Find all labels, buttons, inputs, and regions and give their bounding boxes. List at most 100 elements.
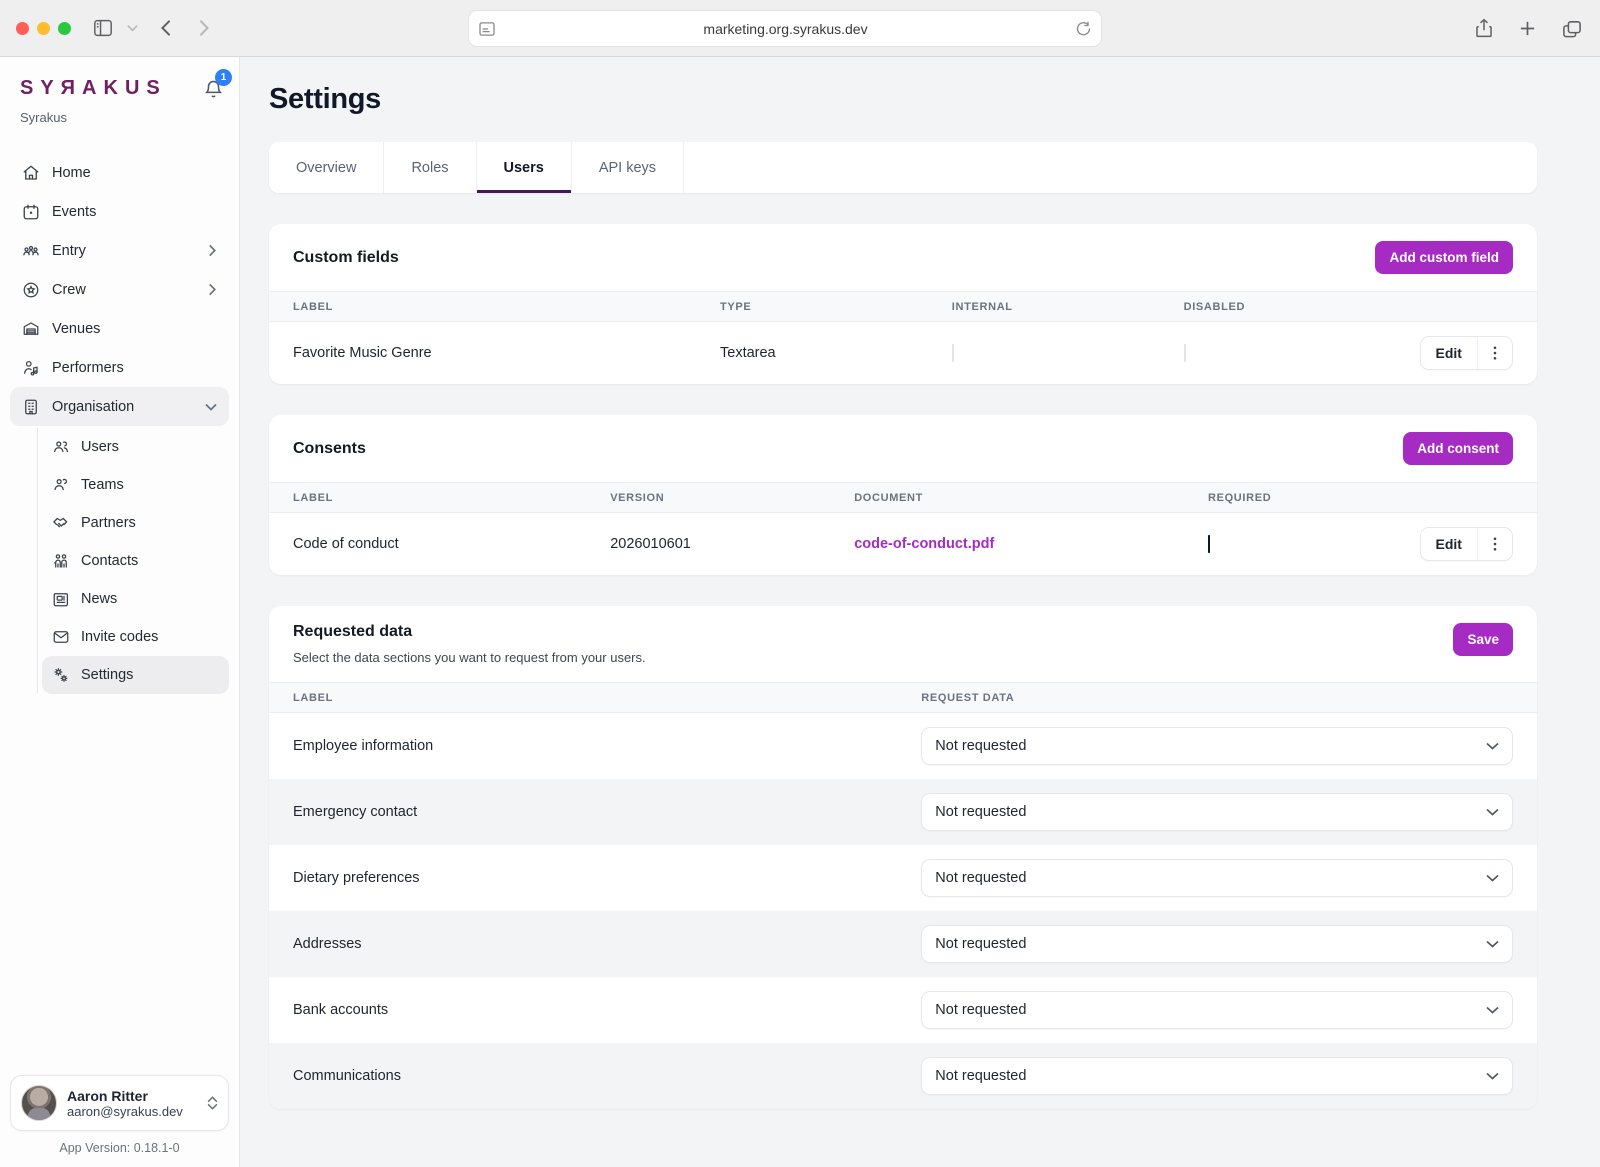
kebab-menu-icon[interactable] bbox=[1478, 337, 1512, 369]
disabled-checkbox[interactable] bbox=[1184, 344, 1186, 362]
reload-icon[interactable] bbox=[1076, 21, 1091, 36]
sidebar-toggle-icon[interactable] bbox=[93, 19, 113, 37]
sidebar-item-invite-codes[interactable]: Invite codes bbox=[42, 618, 229, 656]
sidebar-item-organisation[interactable]: Organisation bbox=[10, 387, 229, 426]
request-data-select[interactable]: Not requested bbox=[921, 925, 1513, 963]
column-header-version: VERSION bbox=[610, 492, 854, 504]
required-checkbox[interactable] bbox=[1208, 535, 1210, 553]
chevron-down-icon bbox=[1486, 808, 1499, 816]
tab-api-keys[interactable]: API keys bbox=[572, 142, 684, 193]
kebab-menu-icon[interactable] bbox=[1478, 528, 1512, 560]
internal-checkbox[interactable] bbox=[952, 344, 954, 362]
sidebar-item-label: Users bbox=[81, 439, 119, 455]
column-header-disabled: DISABLED bbox=[1184, 301, 1391, 313]
tab-overview-icon[interactable] bbox=[1562, 20, 1582, 38]
section-label: Employee information bbox=[293, 738, 921, 754]
newspaper-icon bbox=[52, 590, 70, 608]
forward-button[interactable] bbox=[198, 19, 210, 37]
zoom-window-button[interactable] bbox=[58, 22, 71, 35]
chevron-down-icon bbox=[1486, 1006, 1499, 1014]
edit-button[interactable]: Edit bbox=[1421, 528, 1477, 560]
gears-icon bbox=[52, 666, 70, 684]
consent-label: Code of conduct bbox=[293, 536, 610, 552]
add-custom-field-button[interactable]: Add custom field bbox=[1375, 241, 1513, 274]
consents-title: Consents bbox=[293, 440, 366, 458]
column-header-type: TYPE bbox=[720, 301, 952, 313]
column-header-label: LABEL bbox=[293, 492, 610, 504]
requested-data-row: Emergency contact Not requested bbox=[269, 779, 1537, 845]
tab-overview[interactable]: Overview bbox=[269, 142, 384, 193]
tab-users[interactable]: Users bbox=[477, 142, 572, 193]
section-label: Dietary preferences bbox=[293, 870, 921, 886]
window-controls bbox=[16, 22, 71, 35]
notification-count-badge[interactable]: 1 bbox=[215, 69, 232, 86]
chevron-down-icon bbox=[1486, 874, 1499, 882]
sidebar-item-label: Teams bbox=[81, 477, 124, 493]
sidebar-item-partners[interactable]: Partners bbox=[42, 504, 229, 542]
url-text[interactable]: marketing.org.syrakus.dev bbox=[495, 21, 1076, 37]
performer-music-icon bbox=[22, 359, 40, 377]
sidebar-item-label: Performers bbox=[52, 360, 217, 376]
settings-tabs: Overview Roles Users API keys bbox=[269, 142, 1537, 193]
column-header-label: LABEL bbox=[293, 301, 720, 313]
requested-data-row: Employee information Not requested bbox=[269, 713, 1537, 779]
address-bar[interactable]: marketing.org.syrakus.dev bbox=[468, 10, 1102, 47]
handshake-icon bbox=[52, 514, 70, 532]
envelope-icon bbox=[52, 628, 70, 646]
selected-value: Not requested bbox=[935, 1068, 1026, 1084]
sidebar-item-entry[interactable]: Entry bbox=[10, 231, 229, 270]
chevron-up-down-icon bbox=[207, 1096, 218, 1110]
organisation-name: Syrakus bbox=[0, 100, 239, 125]
sidebar-item-label: Entry bbox=[52, 243, 196, 259]
new-tab-icon[interactable] bbox=[1519, 20, 1536, 37]
custom-field-type: Textarea bbox=[720, 345, 952, 361]
request-data-select[interactable]: Not requested bbox=[921, 991, 1513, 1029]
add-consent-button[interactable]: Add consent bbox=[1403, 432, 1513, 465]
request-data-select[interactable]: Not requested bbox=[921, 859, 1513, 897]
sidebar-item-events[interactable]: Events bbox=[10, 192, 229, 231]
selected-value: Not requested bbox=[935, 1002, 1026, 1018]
row-actions: Edit bbox=[1420, 336, 1513, 370]
column-header-label: LABEL bbox=[293, 692, 921, 704]
request-data-select[interactable]: Not requested bbox=[921, 1057, 1513, 1095]
chevron-down-icon bbox=[1486, 1072, 1499, 1080]
sidebar-item-venues[interactable]: Venues bbox=[10, 309, 229, 348]
section-label: Communications bbox=[293, 1068, 921, 1084]
requested-data-card: Requested data Select the data sections … bbox=[269, 606, 1537, 1109]
row-actions: Edit bbox=[1420, 527, 1513, 561]
sidebar-item-label: Organisation bbox=[52, 399, 193, 415]
sidebar-item-users[interactable]: Users bbox=[42, 428, 229, 466]
close-window-button[interactable] bbox=[16, 22, 29, 35]
edit-button[interactable]: Edit bbox=[1421, 337, 1477, 369]
sidebar-item-home[interactable]: Home bbox=[10, 153, 229, 192]
sidebar: SYЯAKUS 1 Syrakus Home Events Entry bbox=[0, 57, 240, 1167]
tab-roles[interactable]: Roles bbox=[384, 142, 476, 193]
building-icon bbox=[22, 398, 40, 416]
reader-mode-icon[interactable] bbox=[479, 22, 495, 36]
back-button[interactable] bbox=[160, 19, 172, 37]
chevron-right-icon bbox=[208, 244, 217, 257]
minimize-window-button[interactable] bbox=[37, 22, 50, 35]
request-data-select[interactable]: Not requested bbox=[921, 727, 1513, 765]
section-label: Addresses bbox=[293, 936, 921, 952]
user-menu[interactable]: Aaron Ritter aaron@syrakus.dev bbox=[10, 1075, 229, 1131]
selected-value: Not requested bbox=[935, 936, 1026, 952]
consent-row: Code of conduct 2026010601 code-of-condu… bbox=[269, 513, 1537, 575]
request-data-select[interactable]: Not requested bbox=[921, 793, 1513, 831]
browser-chrome: marketing.org.syrakus.dev bbox=[0, 0, 1600, 57]
save-button[interactable]: Save bbox=[1453, 623, 1513, 656]
consent-version: 2026010601 bbox=[610, 536, 854, 552]
sidebar-item-crew[interactable]: Crew bbox=[10, 270, 229, 309]
sidebar-item-performers[interactable]: Performers bbox=[10, 348, 229, 387]
selected-value: Not requested bbox=[935, 870, 1026, 886]
syrakus-logo: SYЯAKUS bbox=[20, 77, 167, 100]
sidebar-item-contacts[interactable]: Contacts bbox=[42, 542, 229, 580]
requested-data-header-row: LABEL REQUEST DATA bbox=[269, 682, 1537, 713]
sidebar-dropdown-chevron-icon[interactable] bbox=[127, 24, 138, 32]
sidebar-item-settings[interactable]: Settings bbox=[42, 656, 229, 694]
document-link[interactable]: code-of-conduct.pdf bbox=[854, 536, 994, 552]
sidebar-item-teams[interactable]: Teams bbox=[42, 466, 229, 504]
share-icon[interactable] bbox=[1475, 18, 1493, 39]
selected-value: Not requested bbox=[935, 738, 1026, 754]
sidebar-item-news[interactable]: News bbox=[42, 580, 229, 618]
